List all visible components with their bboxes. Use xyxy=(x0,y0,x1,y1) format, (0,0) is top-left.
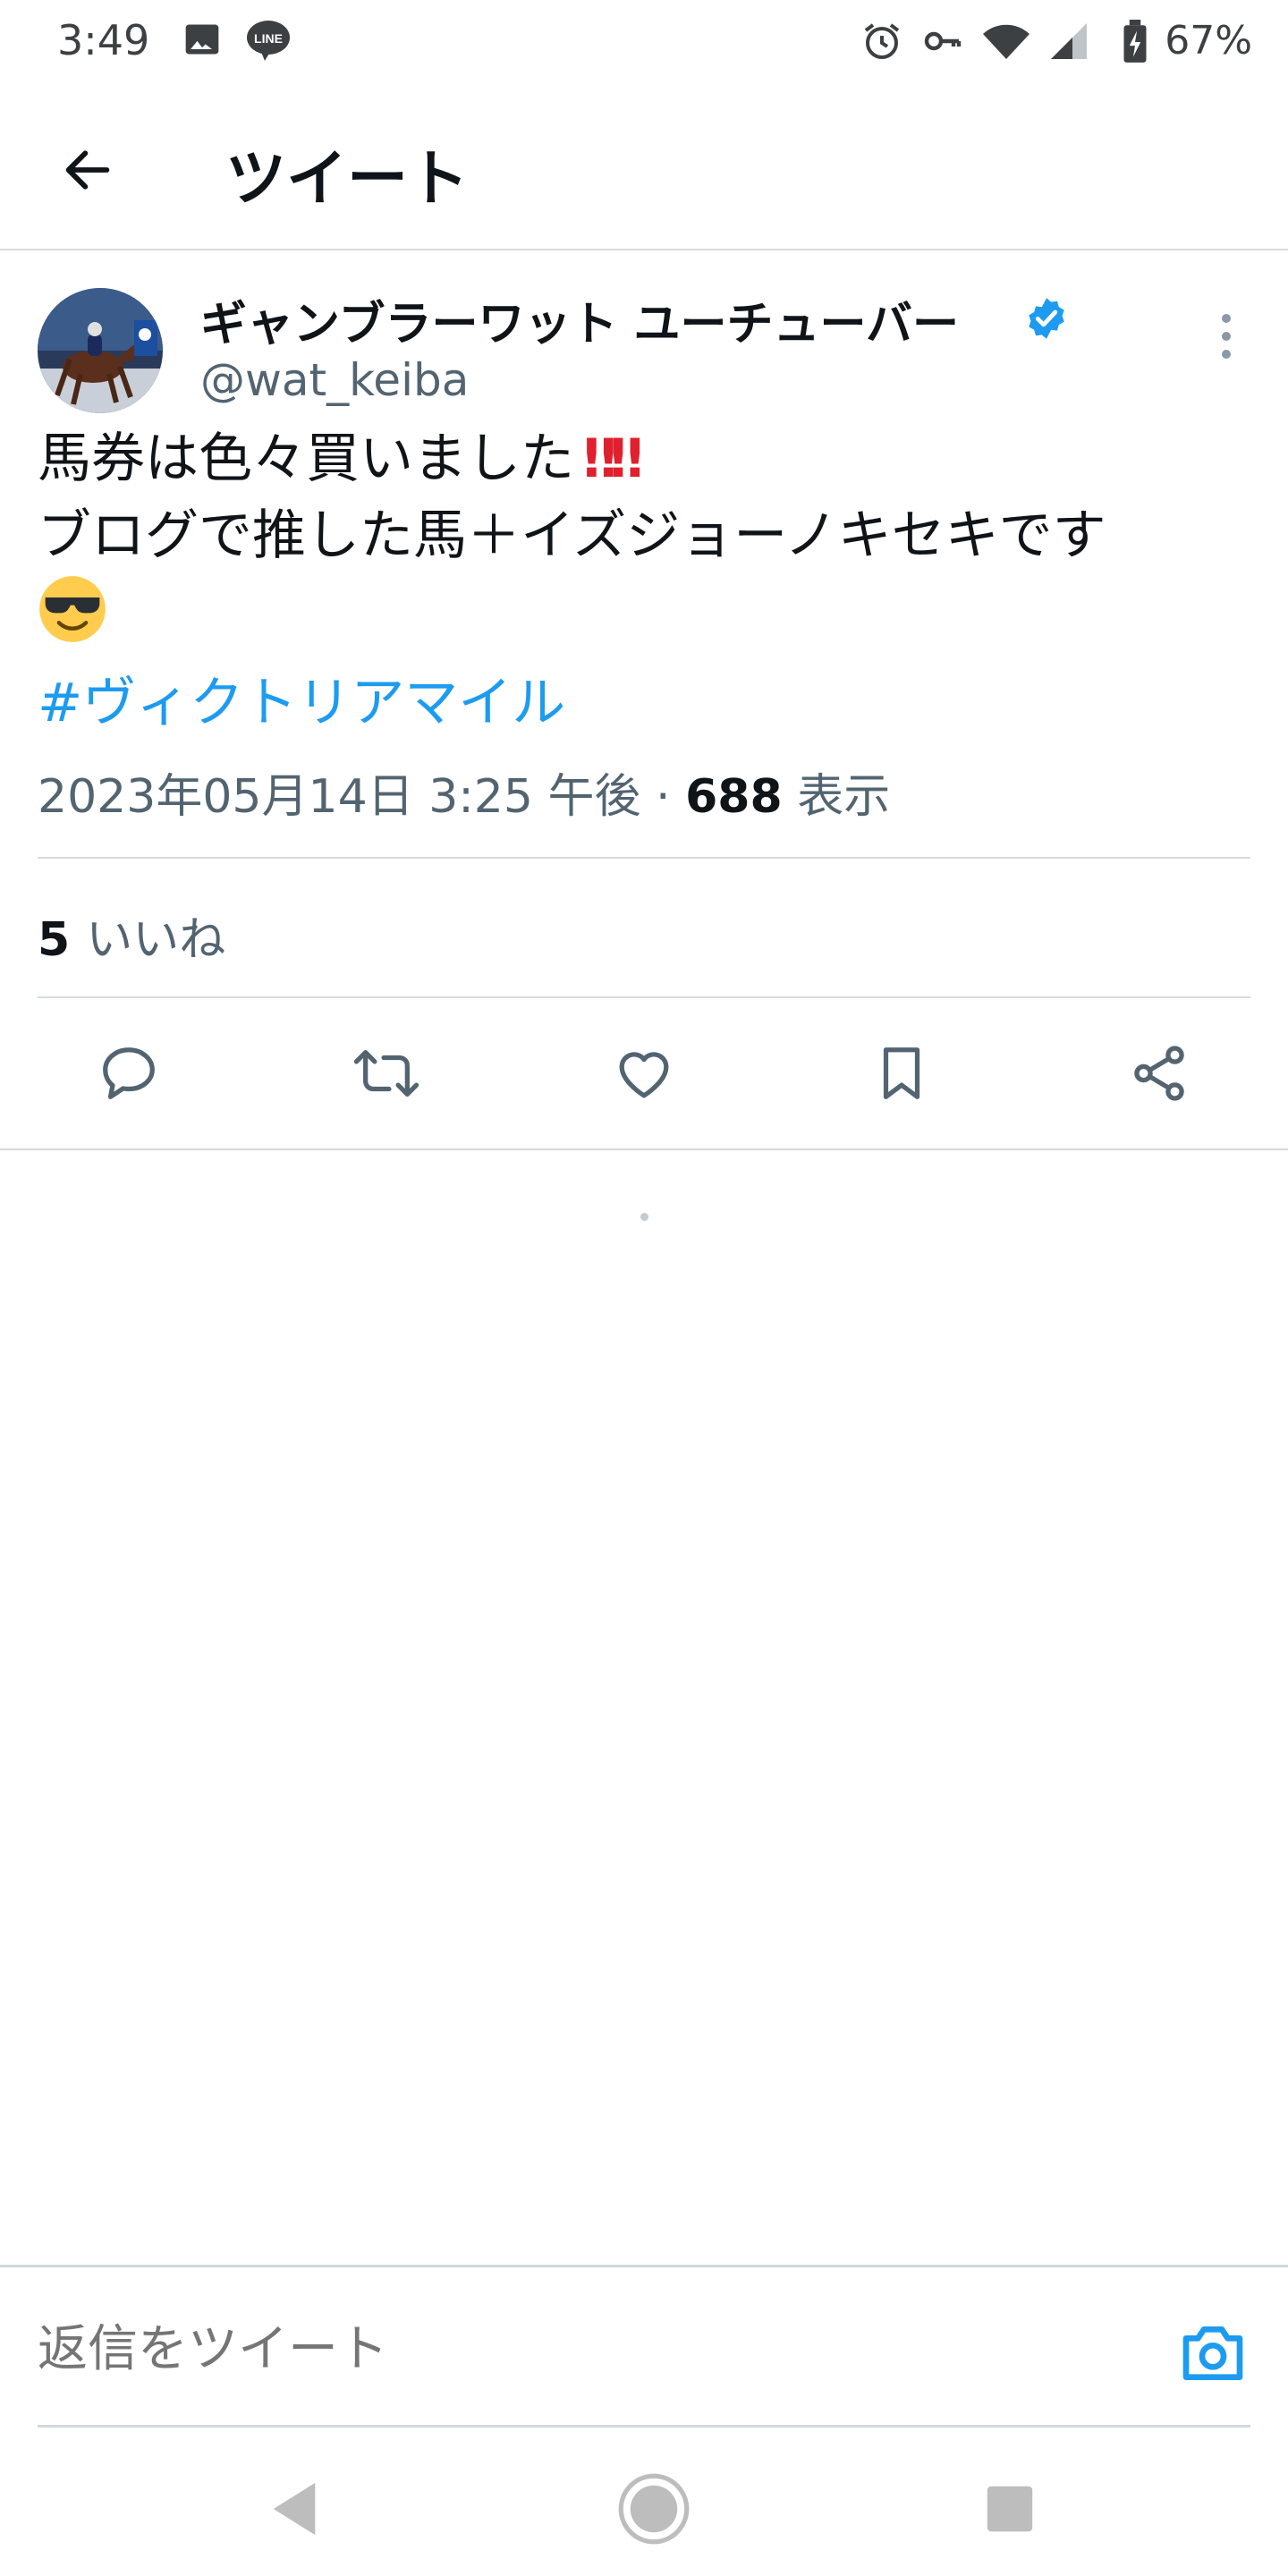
svg-text:LINE: LINE xyxy=(254,31,283,46)
status-bar: 3:49 LINE 67% xyxy=(0,0,1288,86)
hashtag-link[interactable]: #ヴィクトリアマイル xyxy=(38,665,1263,741)
sunglasses-emoji-icon xyxy=(38,574,107,665)
signal-icon xyxy=(1045,20,1093,66)
views-count: 688 xyxy=(685,770,783,824)
double-exclamation-marks: ‼‼ xyxy=(583,428,643,490)
tweet-text-line-2: ブログで推した馬＋イズジョーノキセキです xyxy=(38,504,1106,567)
battery-percent: 67% xyxy=(1165,18,1252,64)
author-handle[interactable]: @wat_keiba xyxy=(200,354,469,406)
tweet-meta: 2023年05月14日 3:25 午後 · 688 表示 xyxy=(38,758,890,826)
back-button[interactable] xyxy=(50,132,125,208)
nav-home-button[interactable] xyxy=(614,2469,694,2549)
bookmark-icon xyxy=(883,1047,920,1099)
likes-count: 5 xyxy=(38,913,71,967)
reply-button[interactable] xyxy=(91,1036,166,1111)
retweet-button[interactable] xyxy=(349,1036,424,1111)
alarm-icon xyxy=(860,20,903,66)
circle-home-icon xyxy=(618,2473,690,2545)
share-button[interactable] xyxy=(1122,1036,1197,1111)
divider xyxy=(0,1148,1288,1150)
tweet-action-bar xyxy=(0,1002,1288,1145)
line-app-icon: LINE xyxy=(245,20,292,66)
square-recents-icon xyxy=(987,2486,1033,2532)
more-vertical-icon xyxy=(1222,314,1231,359)
verified-badge-icon xyxy=(1023,295,1070,342)
share-icon xyxy=(1134,1046,1184,1101)
nav-back-button[interactable] xyxy=(254,2469,335,2549)
camera-button[interactable] xyxy=(1177,2318,1249,2389)
wifi-icon xyxy=(980,20,1032,66)
page-title: ツイート xyxy=(225,144,470,215)
battery-charging-icon xyxy=(1122,20,1148,68)
likes-stat[interactable]: 5 いいね xyxy=(38,902,225,969)
divider xyxy=(38,996,1250,998)
likes-label: いいね xyxy=(86,913,226,967)
bookmark-button[interactable] xyxy=(864,1036,939,1111)
more-options-button[interactable] xyxy=(1204,309,1249,363)
image-icon xyxy=(182,20,222,63)
system-nav-bar xyxy=(0,2433,1288,2576)
vpn-key-icon xyxy=(921,20,964,66)
reply-underline xyxy=(38,2425,1250,2428)
reply-input[interactable] xyxy=(38,2318,1111,2380)
tweet-timestamp[interactable]: 2023年05月14日 3:25 午後 xyxy=(38,770,641,824)
tweet-text-line-1: 馬券は色々買いました xyxy=(38,428,574,490)
meta-separator: · xyxy=(640,770,686,824)
reply-composer xyxy=(0,2265,1288,2428)
triangle-back-icon xyxy=(273,2482,316,2536)
tweet-text: 馬券は色々買いました ‼‼ ブログで推した馬＋イズジョーノキセキです #ヴィクトリ… xyxy=(38,420,1263,741)
camera-icon xyxy=(1182,2326,1243,2380)
avatar[interactable] xyxy=(38,288,163,413)
views-label: 表示 xyxy=(797,770,891,824)
like-button[interactable] xyxy=(606,1036,682,1111)
arrow-left-icon xyxy=(65,150,110,190)
divider xyxy=(38,857,1250,859)
nav-recents-button[interactable] xyxy=(970,2469,1050,2549)
loading-indicator xyxy=(640,1213,648,1221)
author-name[interactable]: ギャンブラーワット ユーチューバー xyxy=(200,286,959,353)
reply-bubble-icon xyxy=(103,1047,155,1099)
status-time: 3:49 xyxy=(57,16,150,64)
top-app-bar: ツイート xyxy=(0,86,1288,250)
retweet-icon xyxy=(353,1050,419,1097)
heart-icon xyxy=(619,1052,669,1098)
